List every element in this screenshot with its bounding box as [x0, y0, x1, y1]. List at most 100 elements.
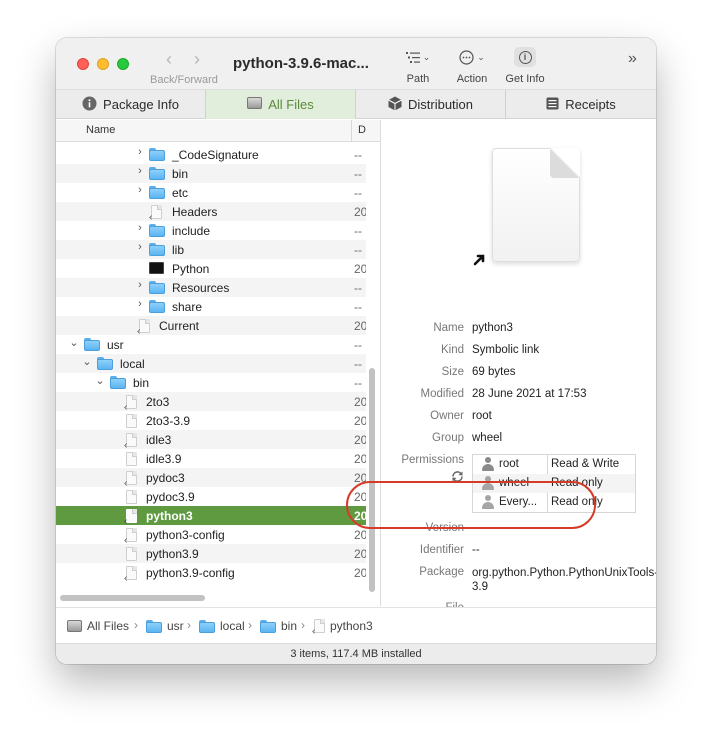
path-button[interactable]: ⌄ Path — [400, 46, 436, 85]
info-label: Name — [433, 322, 464, 334]
permission-user: root — [499, 458, 519, 470]
disclosure-icon[interactable]: › — [135, 298, 145, 310]
file-date: -- — [354, 148, 362, 162]
get-info-label: Get Info — [505, 73, 545, 85]
path-crumb-bin[interactable]: bin — [260, 619, 297, 633]
file-name: Headers — [172, 205, 218, 219]
disclosure-open-icon[interactable]: ⌄ — [82, 355, 92, 368]
tab-label: All Files — [268, 97, 314, 112]
list-item[interactable]: ⌄ local -- — [56, 354, 366, 373]
file-date: 20 — [354, 319, 366, 333]
list-item[interactable]: python3-config 20 — [56, 525, 366, 544]
installer-window: ‹ › Back/Forward python-3.9.6-mac... ⌄ P… — [56, 38, 656, 664]
tab-receipts[interactable]: Receipts — [506, 90, 656, 119]
info-icon: i — [518, 50, 532, 64]
minimize-button[interactable] — [97, 58, 109, 70]
list-item[interactable]: › Resources -- — [56, 278, 366, 297]
list-item[interactable]: › share -- — [56, 297, 366, 316]
file-name: lib — [172, 243, 185, 257]
info-label: Size — [441, 366, 464, 378]
get-info-button[interactable]: i Get Info — [502, 46, 548, 85]
file-name: usr — [107, 338, 124, 352]
list-item[interactable]: › bin -- — [56, 164, 366, 183]
list-item[interactable]: Current 20 — [56, 316, 366, 335]
column-date-header[interactable]: D — [351, 120, 366, 142]
list-item[interactable]: 2to3 20 — [56, 392, 366, 411]
list-item[interactable]: 2to3-3.9 20 — [56, 411, 366, 430]
info-size-row: Size 69 bytes — [381, 366, 656, 382]
disclosure-icon[interactable]: › — [135, 222, 145, 234]
disclosure-icon[interactable]: › — [135, 241, 145, 253]
document-icon — [126, 452, 137, 466]
info-identifier-row: Identifier -- — [381, 544, 656, 560]
list-item[interactable]: pydoc3.9 20 — [56, 487, 366, 506]
chevron-right-icon: › — [248, 618, 252, 632]
path-crumb-local[interactable]: local — [199, 619, 245, 633]
list-item[interactable]: › etc -- — [56, 183, 366, 202]
file-name: _CodeSignature — [172, 148, 259, 162]
permission-access: Read & Write — [551, 458, 620, 470]
disclosure-icon[interactable]: › — [135, 184, 145, 196]
tab-package-info[interactable]: Package Info — [56, 90, 206, 119]
list-item[interactable]: ⌄ bin -- — [56, 373, 366, 392]
file-date: -- — [354, 376, 362, 390]
disclosure-open-icon[interactable]: ⌄ — [95, 374, 105, 387]
disclosure-icon[interactable]: › — [135, 165, 145, 177]
list-item[interactable]: python3.9-config 20 — [56, 563, 366, 582]
path-crumb-usr[interactable]: usr — [146, 619, 184, 633]
list-item[interactable]: idle3 20 — [56, 430, 366, 449]
tab-distribution[interactable]: Distribution — [356, 90, 506, 119]
info-label: Owner — [430, 410, 464, 422]
path-bar: All Files › usr › local › bin › python3 — [56, 607, 656, 643]
disclosure-open-icon[interactable]: ⌄ — [69, 336, 79, 349]
list-item[interactable]: › lib -- — [56, 240, 366, 259]
zoom-button[interactable] — [117, 58, 129, 70]
file-name: local — [120, 357, 145, 371]
status-bar: 3 items, 117.4 MB installed — [56, 643, 656, 664]
info-name-row: Name python3 — [381, 322, 656, 338]
list-item[interactable]: Python 20 — [56, 259, 366, 278]
file-name: pydoc3 — [146, 471, 185, 485]
list-item[interactable]: ⌄ usr -- — [56, 335, 366, 354]
list-item[interactable]: › _CodeSignature -- — [56, 145, 366, 164]
close-button[interactable] — [77, 58, 89, 70]
action-button[interactable]: ⌄ Action — [450, 46, 494, 85]
window-title: python-3.9.6-mac... — [233, 55, 369, 72]
info-pane: Name python3 Kind Symbolic link Size 69 … — [381, 120, 656, 614]
info-icon — [82, 96, 97, 114]
permission-row[interactable]: root Read & Write — [473, 455, 635, 474]
back-icon[interactable]: ‹ — [166, 49, 172, 70]
file-name: bin — [133, 376, 150, 390]
file-date: -- — [354, 186, 362, 200]
list-item[interactable]: Headers 20 — [56, 202, 366, 221]
list-item[interactable]: idle3.9 20 — [56, 449, 366, 468]
list-item[interactable]: pydoc3 20 — [56, 468, 366, 487]
info-label: Modified — [420, 388, 464, 400]
info-label: Identifier — [419, 544, 464, 556]
file-date: 20 — [354, 414, 366, 428]
path-crumb-python3[interactable]: python3 — [314, 619, 373, 633]
chevron-down-icon: ⌄ — [477, 51, 485, 62]
tab-all-files[interactable]: All Files — [206, 90, 356, 119]
vertical-scrollbar[interactable] — [369, 368, 375, 592]
info-kind-value: Symbolic link — [472, 344, 540, 356]
alias-document-icon — [314, 619, 325, 633]
forward-icon[interactable]: › — [194, 49, 200, 70]
file-name: python3 — [146, 509, 193, 523]
toolbar-overflow-icon[interactable]: » — [628, 50, 637, 68]
file-name: include — [172, 224, 211, 238]
list-item[interactable]: python3.9 20 — [56, 544, 366, 563]
path-crumb-all-files[interactable]: All Files — [67, 619, 129, 633]
horizontal-scrollbar[interactable] — [60, 595, 205, 601]
file-name: Current — [159, 319, 200, 333]
list-item-selected[interactable]: python3 20 — [56, 506, 366, 525]
disclosure-icon[interactable]: › — [135, 146, 145, 158]
tab-label: Package Info — [103, 97, 179, 112]
receipt-icon — [546, 97, 559, 113]
list-item[interactable]: › include -- — [56, 221, 366, 240]
disclosure-icon[interactable]: › — [135, 279, 145, 291]
column-name-header[interactable]: Name — [86, 124, 115, 136]
action-label: Action — [456, 73, 488, 85]
chevron-down-icon: ⌄ — [422, 51, 431, 62]
back-forward-label: Back/Forward — [150, 74, 218, 86]
